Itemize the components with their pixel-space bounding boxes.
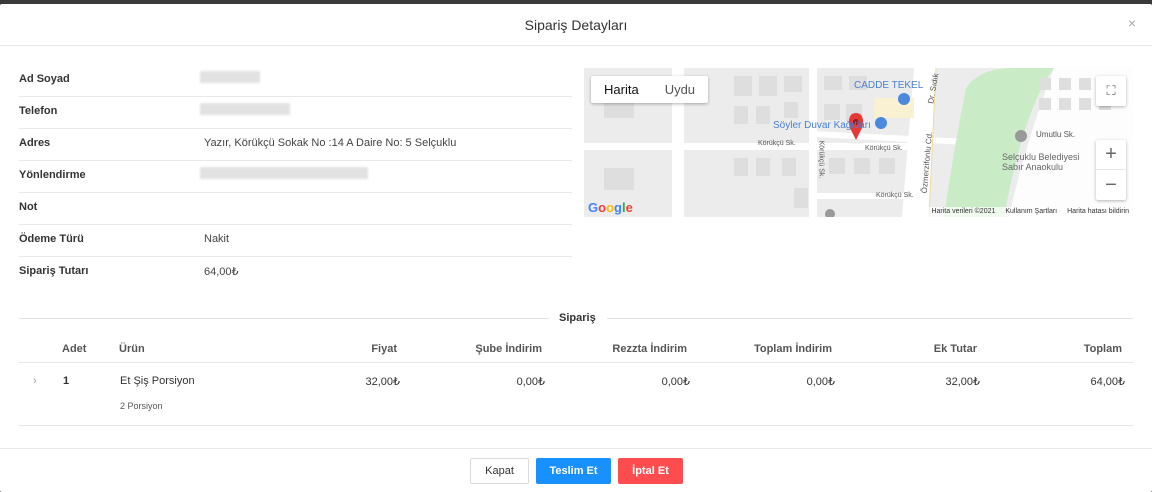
map-attribution: Harita verileri ©2021 Kullanım Şartları … xyxy=(927,207,1133,217)
cell-urun: Et Şiş Porsiyon xyxy=(120,375,195,387)
divider-line xyxy=(19,318,549,319)
info-row-name: Ad Soyad xyxy=(19,65,572,97)
tab-satellite[interactable]: Uydu xyxy=(652,76,708,103)
info-label: Telefon xyxy=(19,105,58,117)
order-details-modal: Sipariş Detayları × Ad Soyad Telefon Adr… xyxy=(0,4,1152,492)
cell-ek-tutar: 32,00₺ xyxy=(945,376,980,388)
info-row-routing: Yönlendirme xyxy=(19,161,572,193)
col-header: Adet xyxy=(62,343,87,355)
tab-map[interactable]: Harita xyxy=(591,76,652,103)
info-row-address: Adres Yazır, Körükçü Sokak No :14 A Dair… xyxy=(19,129,572,161)
info-label: Not xyxy=(19,201,38,213)
info-label: Sipariş Tutarı xyxy=(19,265,89,277)
zoom-in-button[interactable]: + xyxy=(1096,140,1126,170)
cell-toplam-indirim: 0,00₺ xyxy=(806,376,835,388)
map-street-label: Körükçü Sk. xyxy=(758,140,796,147)
info-row-total: Sipariş Tutarı 64,00₺ xyxy=(19,257,572,289)
cell-rezzta-indirim: 0,00₺ xyxy=(661,376,690,388)
col-header: Rezzta İndirim xyxy=(612,343,687,355)
map-street-label: Umutlu Sk. xyxy=(1036,130,1076,139)
zoom-controls: + − xyxy=(1096,140,1126,200)
close-button[interactable]: Kapat xyxy=(470,458,529,484)
info-row-note: Not xyxy=(19,193,572,225)
table-row[interactable]: › 1 Et Şiş Porsiyon 2 Porsiyon 32,00₺ 0,… xyxy=(19,363,1133,426)
redacted-value xyxy=(200,71,260,83)
map-place-label: Söyler Duvar Kağıtları xyxy=(773,120,871,131)
col-header: Şube İndirim xyxy=(475,343,542,355)
terms-link[interactable]: Kullanım Şartları xyxy=(1005,208,1057,216)
info-row-payment: Ödeme Türü Nakit xyxy=(19,225,572,257)
redacted-value xyxy=(200,167,368,179)
close-icon[interactable]: × xyxy=(1128,15,1136,31)
col-header: Toplam xyxy=(1083,343,1122,355)
modal-header: Sipariş Detayları × xyxy=(0,4,1152,46)
cell-fiyat: 32,00₺ xyxy=(365,376,400,388)
modal-title: Sipariş Detayları xyxy=(524,17,628,33)
info-label: Ödeme Türü xyxy=(19,233,84,245)
address-value: Yazır, Körükçü Sokak No :14 A Daire No: … xyxy=(204,137,457,149)
cell-urun-detail: 2 Porsiyon xyxy=(120,401,163,411)
order-table: Adet Ürün Fiyat Şube İndirim Rezzta İndi… xyxy=(19,333,1133,426)
google-logo: Google xyxy=(588,200,633,215)
map-place-label: Selçuklu Belediyesi Sabır Anaokulu xyxy=(1002,152,1080,172)
col-header: Ürün xyxy=(119,343,145,355)
redacted-value xyxy=(200,103,290,115)
map-view[interactable]: CADDE TEKEL Söyler Duvar Kağıtları Körük… xyxy=(584,68,1133,217)
customer-info: Ad Soyad Telefon Adres Yazır, Körükçü So… xyxy=(19,65,572,289)
col-header: Ek Tutar xyxy=(933,343,977,355)
col-header: Toplam İndirim xyxy=(753,343,832,355)
order-total-value: 64,00₺ xyxy=(204,266,239,278)
order-section-title: Sipariş xyxy=(559,312,596,324)
col-header: Fiyat xyxy=(371,343,397,355)
map-type-tabs: Harita Uydu xyxy=(591,76,709,103)
info-label: Yönlendirme xyxy=(19,169,86,181)
map-place-label: CADDE TEKEL xyxy=(854,80,924,91)
map-street-label: Körükçü Sk. xyxy=(876,192,914,199)
deliver-button[interactable]: Teslim Et xyxy=(536,458,611,484)
fullscreen-icon[interactable]: ⛶ xyxy=(1096,76,1126,106)
map-street-label: Körükçü Sk. xyxy=(817,140,825,179)
zoom-out-button[interactable]: − xyxy=(1096,170,1126,200)
info-label: Ad Soyad xyxy=(19,73,70,85)
table-header: Adet Ürün Fiyat Şube İndirim Rezzta İndi… xyxy=(19,333,1133,363)
info-row-phone: Telefon xyxy=(19,97,572,129)
cell-sube-indirim: 0,00₺ xyxy=(516,376,545,388)
cell-toplam: 64,00₺ xyxy=(1090,376,1125,388)
info-label: Adres xyxy=(19,137,51,149)
cancel-order-button[interactable]: İptal Et xyxy=(618,458,683,484)
divider-line xyxy=(607,318,1133,319)
expand-chevron-icon[interactable]: › xyxy=(33,375,37,387)
payment-value: Nakit xyxy=(204,233,230,245)
modal-footer: Kapat Teslim Et İptal Et xyxy=(0,448,1152,492)
map-data-credit: Harita verileri ©2021 xyxy=(931,208,996,215)
report-error-link[interactable]: Harita hatası bildirin xyxy=(1067,208,1129,216)
order-section-divider: Sipariş xyxy=(19,310,1133,326)
map-street-label: Körükçü Sk. xyxy=(865,145,903,152)
cell-adet: 1 xyxy=(63,375,70,387)
